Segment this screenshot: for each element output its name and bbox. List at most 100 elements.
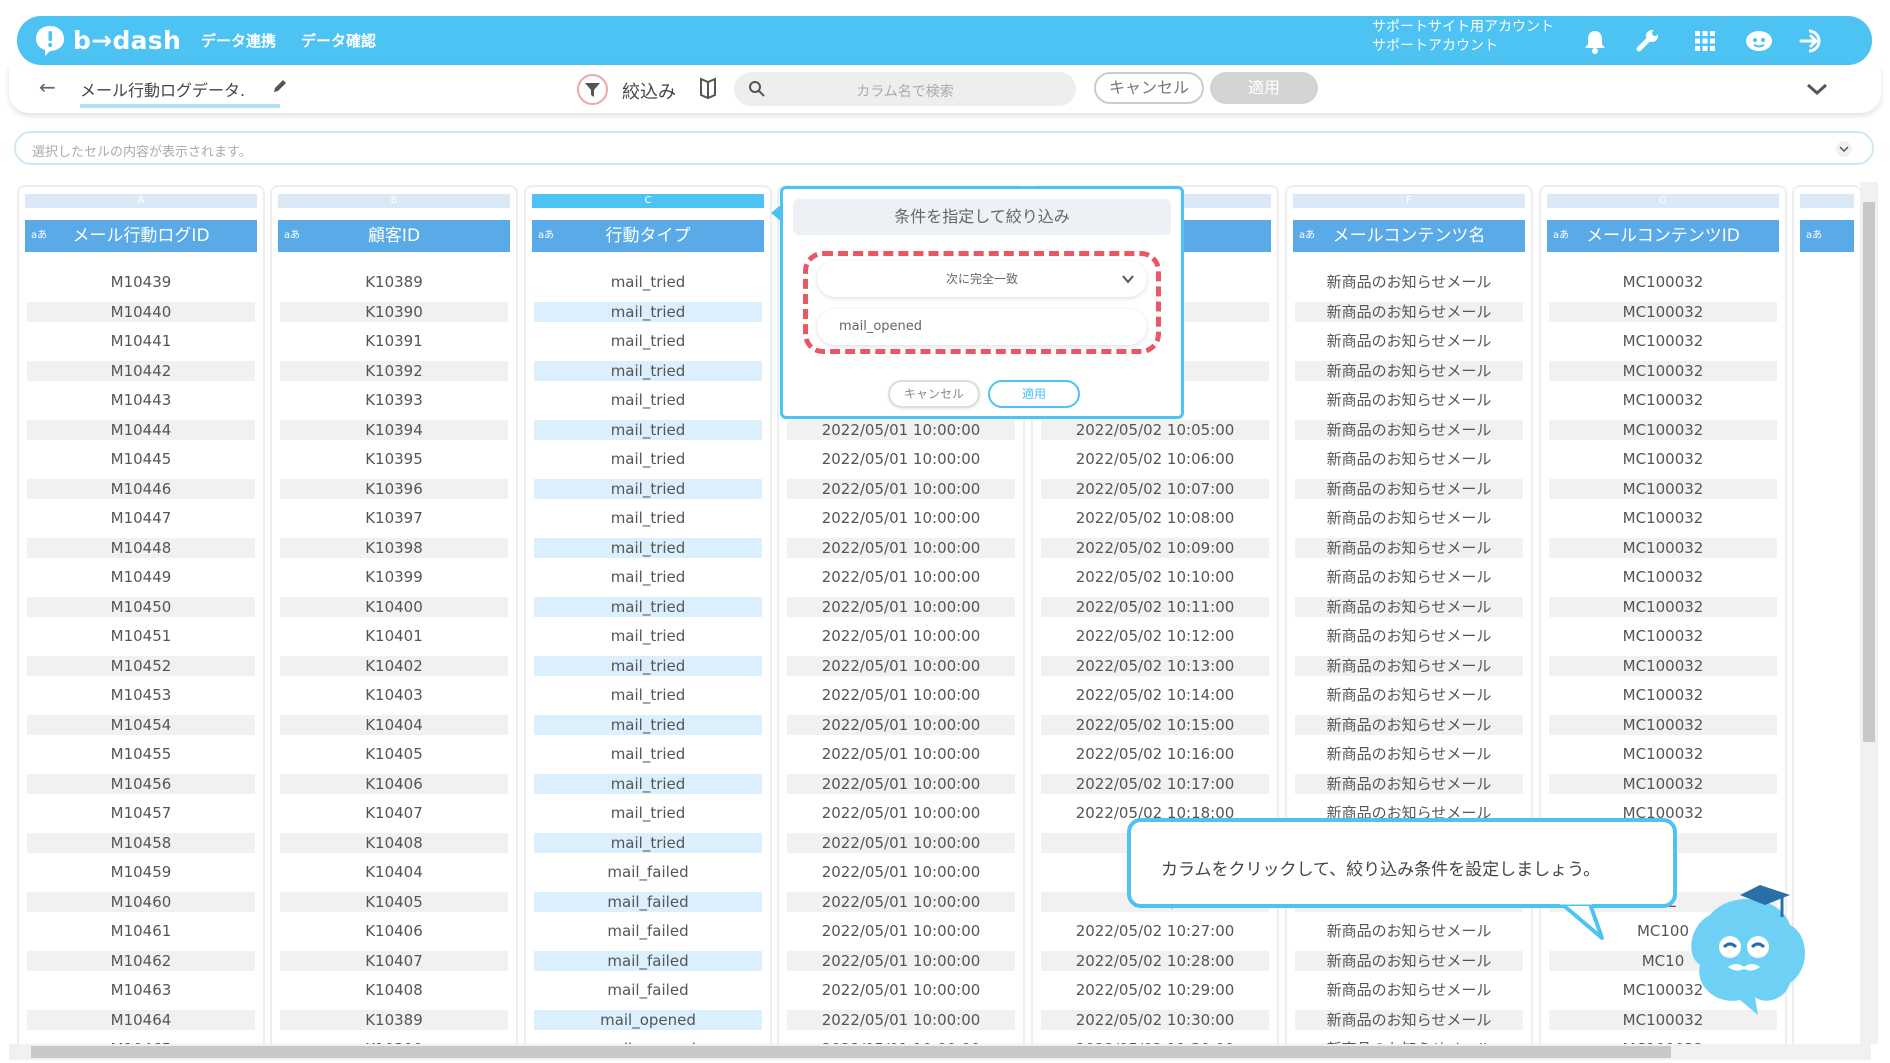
- table-cell[interactable]: 2022/05/02 10:05:00: [1041, 419, 1269, 440]
- table-cell[interactable]: 2022/05/02 10:12:00: [1041, 626, 1269, 646]
- table-cell[interactable]: M10448: [27, 537, 255, 558]
- table-cell[interactable]: K10402: [280, 655, 508, 676]
- table-cell[interactable]: K10407: [280, 950, 508, 971]
- table-cell[interactable]: K10406: [280, 921, 508, 941]
- nav-data-check[interactable]: データ確認: [301, 30, 376, 51]
- column-f[interactable]: Faあ メールコンテンツ名 新商品のお知らせメール 新商品のお知らせメール 新商品のお知…: [1285, 185, 1533, 1055]
- table-cell[interactable]: 2022/05/02 10:14:00: [1041, 685, 1269, 705]
- column-b[interactable]: Baあ 顧客ID K10389 K10390 K10391 K10392 K10393 K10…: [270, 185, 518, 1055]
- column-header[interactable]: aあ メールコンテンツID: [1547, 220, 1779, 252]
- table-cell[interactable]: K10390: [280, 301, 508, 322]
- table-cell[interactable]: mail_tried: [534, 832, 762, 853]
- table-cell[interactable]: 新商品のお知らせメール: [1295, 744, 1523, 764]
- popup-apply-button[interactable]: 適用: [988, 380, 1080, 408]
- table-cell[interactable]: mail_tried: [534, 478, 762, 499]
- cell-content-preview[interactable]: 選択したセルの内容が表示されます。: [14, 131, 1874, 165]
- table-cell[interactable]: mail_failed: [534, 950, 762, 971]
- table-cell[interactable]: K10405: [280, 891, 508, 912]
- table-cell[interactable]: 2022/05/02 10:09:00: [1041, 537, 1269, 558]
- table-cell[interactable]: mail_tried: [534, 685, 762, 705]
- table-cell[interactable]: K10394: [280, 419, 508, 440]
- filter-button[interactable]: [577, 74, 608, 105]
- table-cell[interactable]: 2022/05/01 10:00:00: [787, 508, 1015, 528]
- nav-data-integration[interactable]: データ連携: [201, 30, 276, 51]
- table-cell[interactable]: 新商品のお知らせメール: [1295, 950, 1523, 971]
- table-cell[interactable]: 2022/05/01 10:00:00: [787, 950, 1015, 971]
- table-cell[interactable]: 2022/05/01 10:00:00: [787, 1009, 1015, 1030]
- table-cell[interactable]: 2022/05/02 10:27:00: [1041, 921, 1269, 941]
- table-cell[interactable]: MC100032: [1549, 272, 1777, 292]
- logo[interactable]: b→dash: [33, 21, 181, 59]
- table-cell[interactable]: K10396: [280, 478, 508, 499]
- table-cell[interactable]: 2022/05/01 10:00:00: [787, 567, 1015, 587]
- table-cell[interactable]: K10389: [280, 1009, 508, 1030]
- grid-icon[interactable]: [1690, 26, 1720, 56]
- table-cell[interactable]: MC100032: [1549, 508, 1777, 528]
- table-cell[interactable]: K10391: [280, 331, 508, 351]
- table-cell[interactable]: K10395: [280, 449, 508, 469]
- column-letter[interactable]: [1800, 194, 1854, 208]
- table-cell[interactable]: 新商品のお知らせメール: [1295, 773, 1523, 794]
- table-cell[interactable]: mail_tried: [534, 331, 762, 351]
- table-cell[interactable]: MC100032: [1549, 567, 1777, 587]
- table-cell[interactable]: 新商品のお知らせメール: [1295, 508, 1523, 528]
- table-cell[interactable]: 2022/05/01 10:00:00: [787, 478, 1015, 499]
- table-cell[interactable]: MC100032: [1549, 655, 1777, 676]
- table-cell[interactable]: K10389: [280, 272, 508, 292]
- table-cell[interactable]: M10449: [27, 567, 255, 587]
- expand-chevron-icon[interactable]: [1836, 141, 1852, 157]
- table-cell[interactable]: MC100032: [1549, 360, 1777, 381]
- table-cell[interactable]: K10407: [280, 803, 508, 823]
- table-cell[interactable]: M10440: [27, 301, 255, 322]
- table-cell[interactable]: mail_tried: [534, 744, 762, 764]
- table-cell[interactable]: mail_tried: [534, 773, 762, 794]
- back-arrow-icon[interactable]: ←: [39, 75, 56, 99]
- table-cell[interactable]: 2022/05/01 10:00:00: [787, 773, 1015, 794]
- table-cell[interactable]: M10464: [27, 1009, 255, 1030]
- table-cell[interactable]: 2022/05/02 10:10:00: [1041, 567, 1269, 587]
- filter-value-input[interactable]: mail_opened: [817, 309, 1147, 345]
- table-cell[interactable]: MC100032: [1549, 626, 1777, 646]
- column-letter[interactable]: G: [1547, 194, 1779, 208]
- table-cell[interactable]: 2022/05/02 10:08:00: [1041, 508, 1269, 528]
- table-cell[interactable]: mail_failed: [534, 980, 762, 1000]
- table-cell[interactable]: K10403: [280, 685, 508, 705]
- table-cell[interactable]: mail_tried: [534, 360, 762, 381]
- table-cell[interactable]: 新商品のお知らせメール: [1295, 449, 1523, 469]
- table-cell[interactable]: 2022/05/02 10:11:00: [1041, 596, 1269, 617]
- chevron-down-icon[interactable]: [1805, 77, 1829, 101]
- table-cell[interactable]: M10443: [27, 390, 255, 410]
- horizontal-scroll-thumb[interactable]: [31, 1046, 1671, 1058]
- table-cell[interactable]: K10398: [280, 537, 508, 558]
- table-cell[interactable]: MC100032: [1549, 331, 1777, 351]
- table-cell[interactable]: 2022/05/02 10:29:00: [1041, 980, 1269, 1000]
- table-cell[interactable]: M10442: [27, 360, 255, 381]
- table-cell[interactable]: M10459: [27, 862, 255, 882]
- table-cell[interactable]: 2022/05/02 10:07:00: [1041, 478, 1269, 499]
- column-header[interactable]: aあ メール行動ログID: [25, 220, 257, 252]
- table-cell[interactable]: 新商品のお知らせメール: [1295, 980, 1523, 1000]
- table-cell[interactable]: 2022/05/01 10:00:00: [787, 921, 1015, 941]
- table-cell[interactable]: M10457: [27, 803, 255, 823]
- table-cell[interactable]: 新商品のお知らせメール: [1295, 714, 1523, 735]
- table-cell[interactable]: M10447: [27, 508, 255, 528]
- table-cell[interactable]: M10455: [27, 744, 255, 764]
- table-cell[interactable]: mail_tried: [534, 449, 762, 469]
- horizontal-scrollbar[interactable]: [9, 1044, 1871, 1060]
- table-cell[interactable]: 2022/05/01 10:00:00: [787, 744, 1015, 764]
- table-cell[interactable]: MC100032: [1549, 744, 1777, 764]
- table-cell[interactable]: 新商品のお知らせメール: [1295, 596, 1523, 617]
- table-cell[interactable]: 2022/05/01 10:00:00: [787, 980, 1015, 1000]
- table-cell[interactable]: K10401: [280, 626, 508, 646]
- toolbar-apply-button[interactable]: 適用: [1210, 72, 1318, 104]
- table-cell[interactable]: mail_opened: [534, 1009, 762, 1030]
- column-c[interactable]: Caあ 行動タイプ mail_tried mail_tried mail_tried ma…: [524, 185, 772, 1055]
- table-cell[interactable]: M10462: [27, 950, 255, 971]
- logout-icon[interactable]: [1797, 26, 1827, 56]
- bell-icon[interactable]: [1580, 26, 1610, 56]
- table-cell[interactable]: M10453: [27, 685, 255, 705]
- table-cell[interactable]: 新商品のお知らせメール: [1295, 419, 1523, 440]
- toolbar-cancel-button[interactable]: キャンセル: [1094, 72, 1204, 104]
- table-cell[interactable]: 2022/05/02 10:28:00: [1041, 950, 1269, 971]
- table-cell[interactable]: MC100032: [1549, 537, 1777, 558]
